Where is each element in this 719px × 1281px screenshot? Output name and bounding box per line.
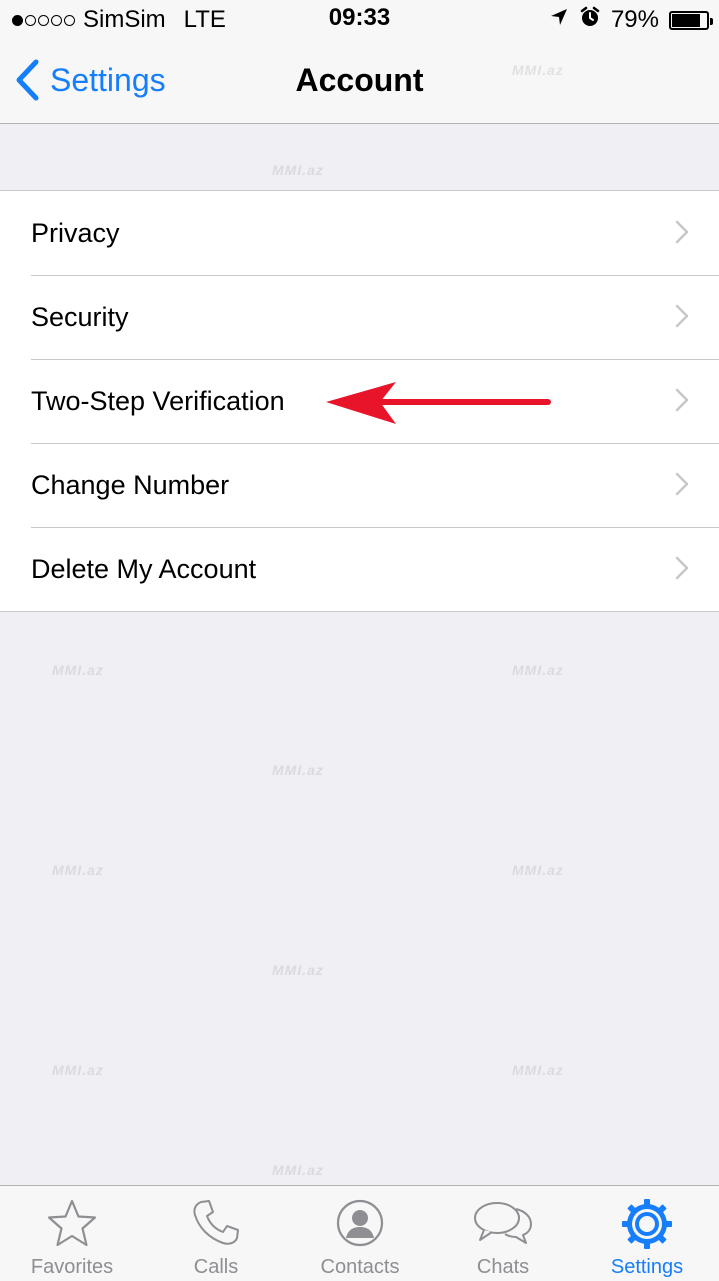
list-item-label: Change Number [31,470,230,500]
tab-label: Contacts [320,1256,400,1278]
phone-icon [193,1200,239,1245]
watermark: MMI.az [272,762,324,778]
watermark: MMI.az [52,662,104,678]
watermark: MMI.az [52,862,104,878]
star-icon [47,1199,97,1247]
chevron-right-icon [675,556,689,580]
list-item-delete-my-account[interactable]: Delete My Account [0,527,719,611]
battery-icon [669,10,713,30]
chevron-right-icon [675,220,689,244]
tab-contacts[interactable]: Contacts [288,1186,432,1281]
tab-calls[interactable]: Calls [144,1186,288,1281]
page-title: Account [295,62,424,98]
red-arrow-annotation [326,382,551,424]
watermark: MMI.az [512,662,564,678]
list-item-privacy[interactable]: Privacy [0,191,719,275]
list-item-security[interactable]: Security [0,275,719,359]
chevron-right-icon [675,388,689,412]
tab-favorites[interactable]: Favorites [0,1186,144,1281]
list-item-label: Two-Step Verification [31,386,285,416]
watermark: MMI.az [512,1062,564,1078]
tab-label: Favorites [30,1256,114,1278]
list-item-label: Security [31,302,129,332]
watermark: MMI.az [272,1162,324,1178]
chat-bubbles-icon [474,1202,532,1244]
chevron-right-icon [675,304,689,328]
watermark: MMI.az [512,862,564,878]
watermark: MMI.az [272,162,324,178]
tab-label: Settings [610,1256,684,1278]
tab-label: Chats [476,1256,530,1278]
tab-label: Calls [193,1256,239,1278]
watermark: MMI.az [52,1062,104,1078]
battery-nub [710,17,713,25]
status-bar: SimSim LTE 09:33 79% [0,0,719,40]
tab-bar: Favorites Calls Contacts Chats Settings [0,1185,719,1281]
tab-chats[interactable]: Chats [431,1186,575,1281]
list-item-label: Privacy [31,218,120,248]
location-arrow-icon [549,6,569,34]
navigation-bar: Settings Account [0,40,719,124]
battery-percent: 79% [610,6,659,33]
battery-fill [672,13,701,27]
tab-settings[interactable]: Settings [575,1186,719,1281]
status-right: 79% [549,6,713,35]
chevron-right-icon [675,472,689,496]
list-item-change-number[interactable]: Change Number [0,443,719,527]
gear-icon [622,1199,672,1249]
watermark: MMI.az [272,962,324,978]
list-item-label: Delete My Account [31,554,257,584]
contact-icon [336,1199,384,1247]
alarm-icon [579,6,601,35]
